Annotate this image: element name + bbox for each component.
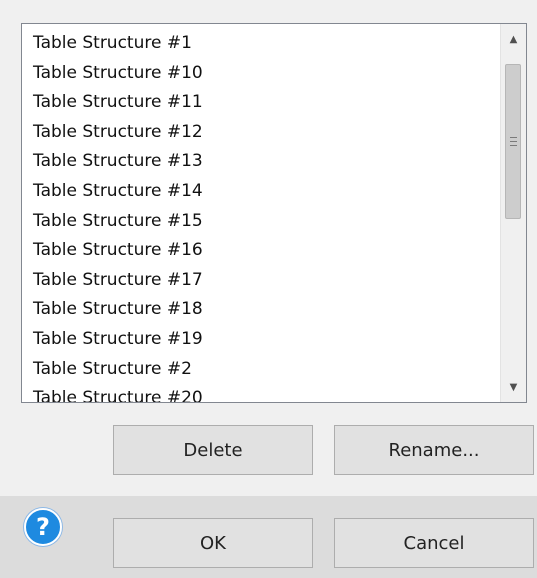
list-item[interactable]: Table Structure #15 [22,207,500,237]
scroll-up-arrow-icon[interactable]: ▲ [501,26,526,52]
cancel-button[interactable]: Cancel [334,518,534,568]
table-structure-list[interactable]: Table Structure #1 Table Structure #10 T… [21,23,527,403]
list-item[interactable]: Table Structure #2 [22,355,500,385]
list-item[interactable]: Table Structure #17 [22,266,500,296]
scrollbar-grip-icon [510,137,517,146]
list-item[interactable]: Table Structure #16 [22,236,500,266]
list-item[interactable]: Table Structure #1 [22,29,500,59]
ok-button[interactable]: OK [113,518,313,568]
list-item[interactable]: Table Structure #14 [22,177,500,207]
list-item[interactable]: Table Structure #18 [22,295,500,325]
delete-button[interactable]: Delete [113,425,313,475]
list-items-container: Table Structure #1 Table Structure #10 T… [22,24,500,402]
list-item[interactable]: Table Structure #12 [22,118,500,148]
list-item[interactable]: Table Structure #11 [22,88,500,118]
help-icon[interactable]: ? [24,508,62,546]
list-item[interactable]: Table Structure #13 [22,147,500,177]
list-item[interactable]: Table Structure #19 [22,325,500,355]
list-item[interactable]: Table Structure #20 [22,384,500,402]
list-item[interactable]: Table Structure #10 [22,59,500,89]
scroll-down-arrow-icon[interactable]: ▼ [501,374,526,400]
vertical-scrollbar[interactable]: ▲ ▼ [500,24,526,402]
rename-button[interactable]: Rename... [334,425,534,475]
scrollbar-thumb[interactable] [505,64,521,219]
